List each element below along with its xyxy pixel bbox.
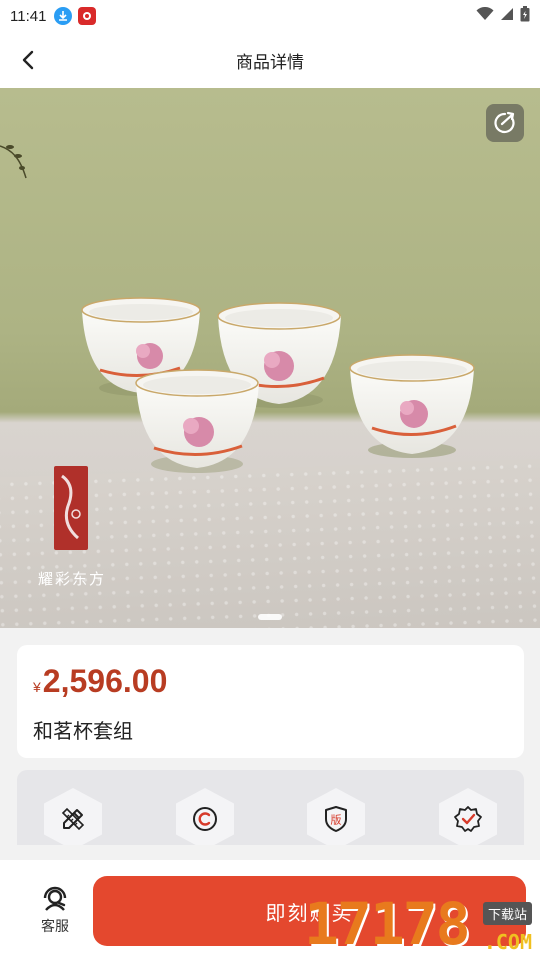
nav-bar: 商品详情 bbox=[0, 32, 540, 88]
shield-label: 版 bbox=[331, 813, 342, 827]
share-button[interactable] bbox=[486, 104, 524, 142]
customer-service-label: 客服 bbox=[41, 918, 69, 934]
price: ¥ 2,596.00 bbox=[33, 663, 167, 700]
watermark-number: 17178 bbox=[304, 890, 471, 958]
signal-icon bbox=[500, 7, 514, 26]
customer-service-button[interactable]: 客服 bbox=[32, 882, 78, 942]
price-value: 2,596.00 bbox=[42, 663, 168, 699]
feature-certified[interactable] bbox=[439, 788, 497, 845]
back-button[interactable] bbox=[10, 42, 46, 78]
verified-badge-icon bbox=[454, 806, 482, 832]
share-icon bbox=[494, 111, 515, 134]
feature-copyright[interactable] bbox=[176, 788, 234, 845]
product-name: 和茗杯套组 bbox=[33, 721, 133, 743]
wifi-icon bbox=[476, 6, 494, 26]
feature-registration[interactable]: 版 bbox=[307, 788, 365, 845]
customer-service-icon bbox=[43, 886, 67, 911]
carousel-indicator bbox=[258, 614, 282, 620]
copyright-icon bbox=[193, 807, 217, 831]
price-card: ¥ 2,596.00 和茗杯套组 bbox=[17, 645, 524, 758]
watermark-suffix: .COM bbox=[483, 930, 532, 954]
status-time: 11:41 bbox=[10, 7, 47, 25]
watermark-tag: 下载站 bbox=[482, 902, 532, 925]
battery-icon bbox=[520, 5, 530, 27]
download-icon bbox=[54, 7, 73, 25]
watermark-logo: 17178 下载站 .COM bbox=[304, 890, 534, 958]
page-title: 商品详情 bbox=[236, 52, 304, 72]
brand-text: 耀彩东方 bbox=[38, 570, 107, 588]
product-image-carousel[interactable]: 耀彩东方 bbox=[0, 88, 540, 628]
features-card: 版 bbox=[17, 770, 524, 845]
status-bar: 11:41 bbox=[0, 0, 540, 32]
price-currency: ¥ bbox=[33, 679, 41, 695]
design-pencil-ruler-icon bbox=[61, 807, 85, 831]
copyright-shield-icon: 版 bbox=[325, 806, 347, 832]
feature-design[interactable] bbox=[44, 788, 102, 845]
app-badge-icon bbox=[78, 7, 97, 25]
brand-seal-logo bbox=[54, 466, 88, 550]
chevron-left-icon bbox=[22, 50, 34, 70]
